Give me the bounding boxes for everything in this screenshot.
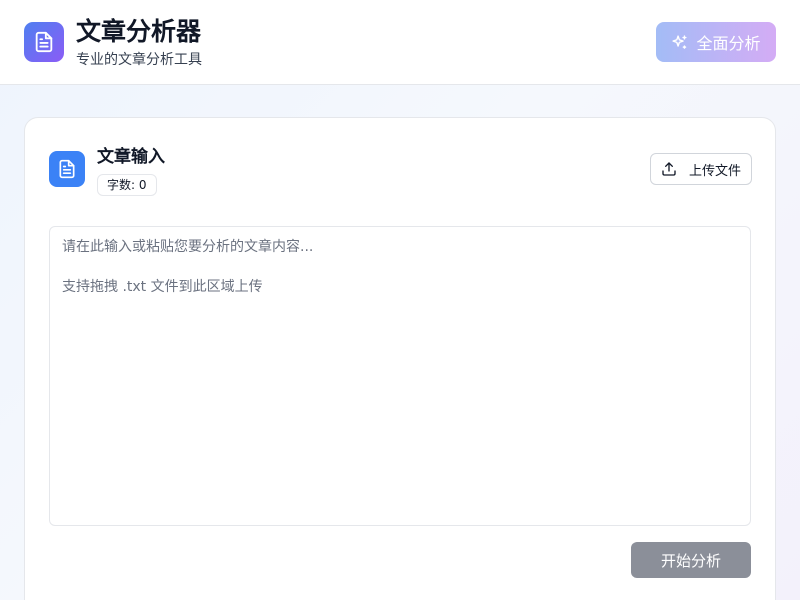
upload-file-button[interactable]: 上传文件 [650, 153, 752, 185]
app-title: 文章分析器 [76, 17, 202, 46]
app-subtitle: 专业的文章分析工具 [76, 52, 202, 68]
document-icon [24, 22, 64, 62]
card-title: 文章输入 [97, 147, 165, 167]
analyze-all-button[interactable]: 全面分析 [656, 22, 776, 62]
article-textarea[interactable]: 请在此输入或粘贴您要分析的文章内容... 支持拖拽 .txt 文件到此区域上传 [49, 226, 751, 526]
start-analysis-button[interactable]: 开始分析 [631, 542, 751, 578]
upload-file-label: 上传文件 [688, 163, 741, 179]
sparkles-icon [671, 34, 688, 51]
document-icon [49, 151, 85, 187]
article-input-card: 文章输入 字数: 0 上传文件 请在此输入或粘贴您要分析的文章内容... 支持拖… [24, 117, 776, 600]
upload-icon [661, 161, 677, 177]
word-count-badge: 字数: 0 [97, 174, 157, 196]
app-header: 文章分析器 专业的文章分析工具 全面分析 [0, 0, 800, 85]
analyze-all-label: 全面分析 [696, 34, 761, 53]
